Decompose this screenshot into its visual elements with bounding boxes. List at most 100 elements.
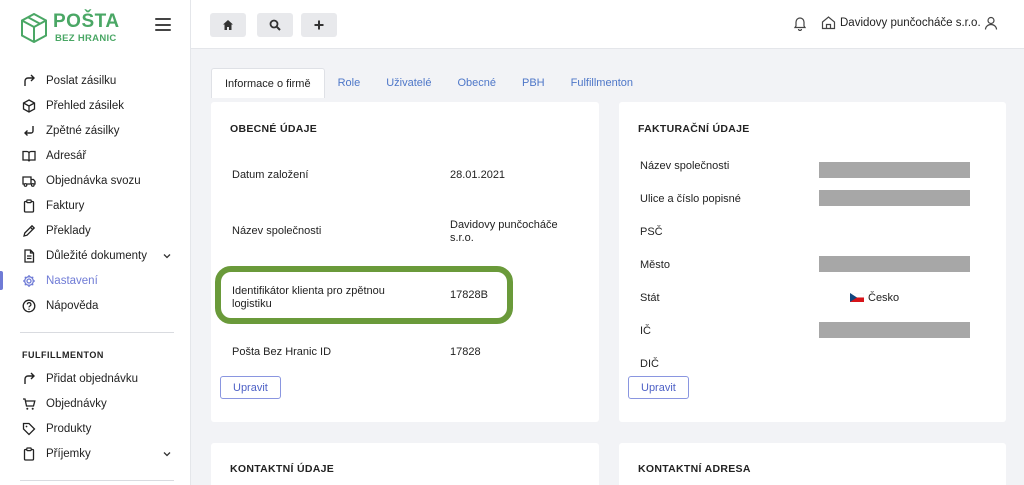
- return-arrow-icon: [22, 124, 36, 138]
- plus-icon: [314, 20, 324, 30]
- sidebar-nav: Poslat zásilku Přehled zásilek Zpětné zá…: [0, 68, 190, 318]
- sidebar-item-label: Objednávka svozu: [46, 174, 141, 187]
- menu-toggle-icon[interactable]: [155, 18, 171, 31]
- redacted-value: [819, 190, 970, 206]
- redacted-value: [819, 256, 970, 272]
- book-icon: [22, 149, 36, 163]
- redo-arrow-icon: [22, 372, 36, 386]
- company-name: Davidovy punčocháče s.r.o.: [840, 16, 981, 29]
- sidebar-divider: [20, 480, 174, 481]
- home-icon: [223, 20, 233, 30]
- country-name: Česko: [868, 292, 900, 304]
- chevron-down-icon: [163, 254, 171, 259]
- tab-fulfillmenton[interactable]: Fulfillmenton: [558, 68, 646, 98]
- redacted-value: [819, 322, 970, 338]
- field-label: Název společnosti: [640, 160, 730, 172]
- sidebar-section-title: FULFILLMENTON: [22, 350, 104, 360]
- tab-pbh[interactable]: PBH: [509, 68, 558, 98]
- czech-flag-icon: [849, 292, 865, 302]
- sidebar-item-receipts[interactable]: Příjemky: [0, 441, 190, 466]
- sidebar: POŠTA BEZ HRANIC Poslat zásilku Přehled …: [0, 0, 191, 485]
- building-icon: [821, 16, 836, 30]
- contact-address-card: KONTAKTNÍ ADRESA: [619, 443, 1006, 485]
- sidebar-item-documents[interactable]: Důležité dokumenty: [0, 243, 190, 268]
- add-button[interactable]: [301, 13, 337, 37]
- sidebar-item-label: Poslat zásilku: [46, 74, 117, 87]
- field-label: Identifikátor klienta pro zpětnou logist…: [232, 285, 385, 310]
- tab-roles[interactable]: Role: [325, 68, 374, 98]
- sidebar-item-returns[interactable]: Zpětné zásilky: [0, 118, 190, 143]
- field-value: 17828: [450, 346, 481, 358]
- sidebar-item-translations[interactable]: Překlady: [0, 218, 190, 243]
- sidebar-item-help[interactable]: Nápověda: [0, 293, 190, 318]
- sidebar-item-address-book[interactable]: Adresář: [0, 143, 190, 168]
- box-icon: [22, 98, 36, 113]
- logo[interactable]: POŠTA BEZ HRANIC: [21, 10, 120, 46]
- settings-tabs: Informace o firmě Role Uživatelé Obecné …: [211, 68, 646, 98]
- pen-icon: [22, 224, 36, 238]
- contact-info-card: KONTAKTNÍ ÚDAJE: [211, 443, 599, 485]
- document-icon: [22, 248, 36, 263]
- sidebar-item-label: Zpětné zásilky: [46, 124, 120, 137]
- sidebar-item-label: Produkty: [46, 422, 92, 435]
- sidebar-item-products[interactable]: Produkty: [0, 416, 190, 441]
- tag-icon: [22, 422, 36, 436]
- sidebar-item-label: Důležité dokumenty: [46, 249, 147, 262]
- brand-title: POŠTA: [53, 11, 120, 33]
- company-switcher[interactable]: Davidovy punčocháče s.r.o.: [821, 15, 981, 30]
- sidebar-item-label: Překlady: [46, 224, 91, 237]
- field-value: 17828B: [450, 289, 488, 301]
- sidebar-divider: [20, 332, 174, 333]
- sidebar-item-label: Objednávky: [46, 397, 107, 410]
- truck-icon: [22, 174, 36, 188]
- bell-icon[interactable]: [792, 15, 808, 31]
- general-info-card: OBECNÉ ÚDAJE Datum založení 28.01.2021 N…: [211, 102, 599, 422]
- search-button[interactable]: [257, 13, 293, 37]
- cart-icon: [22, 397, 36, 411]
- chevron-down-icon: [163, 452, 171, 457]
- sidebar-item-label: Přidat objednávku: [46, 372, 139, 385]
- card-title: KONTAKTNÍ ÚDAJE: [230, 463, 335, 475]
- tab-general[interactable]: Obecné: [444, 68, 509, 98]
- tab-company-info[interactable]: Informace o firmě: [211, 68, 325, 98]
- logo-box-icon: [21, 13, 47, 43]
- field-label: IČ: [640, 325, 651, 337]
- gear-icon: [22, 274, 36, 288]
- sidebar-item-pickup-order[interactable]: Objednávka svozu: [0, 168, 190, 193]
- redo-arrow-icon: [22, 74, 36, 88]
- field-label: Stát: [640, 292, 660, 304]
- card-title: KONTAKTNÍ ADRESA: [638, 463, 751, 475]
- field-label: Ulice a číslo popisné: [640, 193, 741, 205]
- country-value: Česko: [849, 292, 900, 305]
- sidebar-item-label: Přehled zásilek: [46, 99, 124, 112]
- sidebar-item-parcels[interactable]: Přehled zásilek: [0, 93, 190, 118]
- billing-card: FAKTURAČNÍ ÚDAJE Název společnosti Ulice…: [619, 102, 1006, 422]
- sidebar-item-invoices[interactable]: Faktury: [0, 193, 190, 218]
- sidebar-item-label: Nastavení: [46, 274, 98, 287]
- tab-users[interactable]: Uživatelé: [373, 68, 444, 98]
- field-label: PSČ: [640, 226, 663, 238]
- clipboard-icon: [22, 198, 36, 213]
- brand-subtitle: BEZ HRANIC: [55, 33, 117, 45]
- clipboard-icon: [22, 446, 36, 461]
- home-button[interactable]: [210, 13, 246, 37]
- user-icon[interactable]: [983, 15, 999, 31]
- sidebar-item-settings[interactable]: Nastavení: [0, 268, 190, 293]
- search-icon: [269, 19, 281, 31]
- card-title: FAKTURAČNÍ ÚDAJE: [638, 123, 750, 135]
- field-label: Název společnosti: [232, 225, 322, 237]
- field-label: Datum založení: [232, 169, 309, 181]
- field-label: DIČ: [640, 358, 659, 370]
- field-value: 28.01.2021: [450, 169, 506, 181]
- sidebar-item-label: Nápověda: [46, 299, 99, 312]
- sidebar-item-label: Adresář: [46, 149, 87, 162]
- help-icon: [22, 299, 36, 313]
- field-value: Davidovy punčocháče s.r.o.: [450, 219, 558, 244]
- sidebar-item-send-parcel[interactable]: Poslat zásilku: [0, 68, 190, 93]
- card-title: OBECNÉ ÚDAJE: [230, 123, 318, 135]
- sidebar-item-orders[interactable]: Objednávky: [0, 391, 190, 416]
- edit-billing-button[interactable]: Upravit: [628, 376, 689, 399]
- sidebar-item-add-order[interactable]: Přidat objednávku: [0, 366, 190, 391]
- sidebar-item-label: Faktury: [46, 199, 85, 212]
- edit-general-button[interactable]: Upravit: [220, 376, 281, 399]
